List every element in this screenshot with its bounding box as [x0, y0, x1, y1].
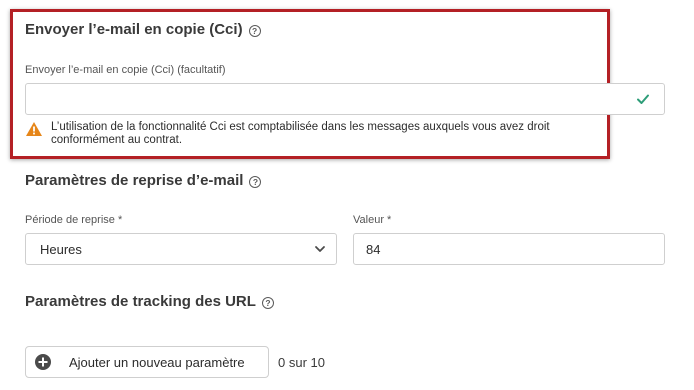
chevron-down-icon — [315, 246, 325, 252]
retry-period-value: Heures — [40, 241, 82, 257]
add-circle-icon — [35, 354, 51, 370]
email-settings-panel: Envoyer l’e-mail en copie (Cci) ? Envoye… — [0, 0, 694, 390]
retry-title-text: Paramètres de reprise d’e-mail — [25, 172, 244, 189]
retry-period-select[interactable]: Heures — [25, 233, 337, 265]
help-icon[interactable]: ? — [249, 175, 262, 188]
tracking-title-text: Paramètres de tracking des URL — [25, 293, 256, 310]
add-parameter-label: Ajouter un nouveau paramètre — [69, 354, 245, 370]
bcc-title-text: Envoyer l’e-mail en copie (Cci) — [25, 21, 243, 38]
retry-value-label: Valeur * — [353, 214, 392, 226]
bcc-warning: L’utilisation de la fonctionnalité Cci e… — [25, 121, 611, 147]
retry-section-title: Paramètres de reprise d’e-mail ? — [25, 172, 262, 189]
retry-period-label: Période de reprise * — [25, 214, 123, 226]
tracking-section-title: Paramètres de tracking des URL ? — [25, 293, 274, 310]
warning-text: L’utilisation de la fonctionnalité Cci e… — [51, 121, 550, 146]
warning-icon — [26, 122, 42, 136]
parameter-counter: 0 sur 10 — [278, 355, 325, 370]
checkmark-icon — [637, 94, 649, 104]
help-icon[interactable]: ? — [248, 24, 261, 37]
bcc-email-input[interactable] — [25, 83, 665, 115]
help-icon[interactable]: ? — [261, 296, 274, 309]
retry-value-text: 84 — [366, 241, 381, 257]
add-parameter-button[interactable]: Ajouter un nouveau paramètre — [25, 346, 269, 378]
bcc-field-label: Envoyer l’e-mail en copie (Cci) (faculta… — [25, 64, 226, 76]
bcc-section-title: Envoyer l’e-mail en copie (Cci) ? — [25, 21, 261, 38]
retry-value-input[interactable]: 84 — [353, 233, 665, 265]
